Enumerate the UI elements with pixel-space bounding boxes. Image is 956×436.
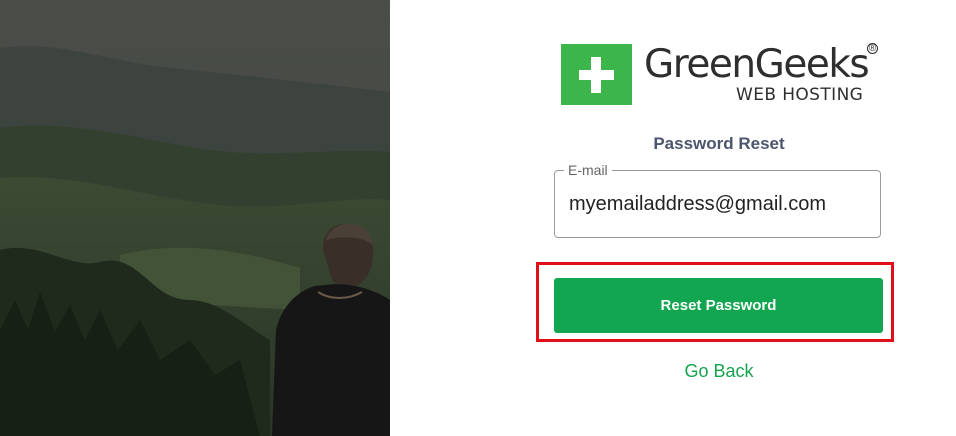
hero-image: [0, 0, 390, 436]
email-label: E-mail: [564, 163, 612, 178]
logo-tagline: WEB HOSTING: [736, 85, 864, 105]
reset-password-button[interactable]: Reset Password: [554, 278, 883, 333]
email-field[interactable]: E-mail: [554, 163, 881, 238]
reset-panel: GreenGeeks ® WEB HOSTING Password Reset …: [390, 0, 956, 436]
email-input[interactable]: [569, 193, 869, 216]
page-title: Password Reset: [653, 134, 785, 153]
go-back-link[interactable]: Go Back: [554, 361, 884, 382]
greengeeks-logo: GreenGeeks ® WEB HOSTING: [561, 42, 881, 108]
registered-mark: ®: [867, 43, 878, 54]
logo-brand-name: GreenGeeks: [644, 42, 870, 87]
plus-icon: [561, 44, 632, 105]
